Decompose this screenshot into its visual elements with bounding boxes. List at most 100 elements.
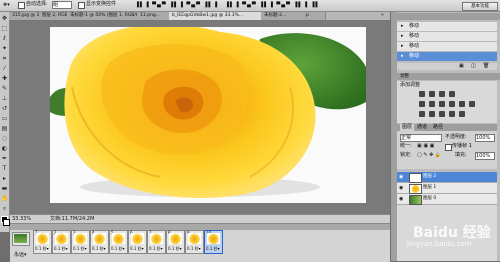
eye-icon[interactable]: ◉ bbox=[399, 174, 403, 180]
document-tabs: 315.jpg @ 33.3%... 图层 2, RGB/8) * 未标题-1 … bbox=[9, 12, 390, 21]
auto-select-checkbox[interactable] bbox=[18, 2, 25, 9]
tabs-overflow-icon[interactable]: » bbox=[381, 12, 384, 19]
unify-icons[interactable]: ▣ ▣ ▣ bbox=[417, 143, 434, 150]
animation-frame[interactable]: 40.1 秒▾ bbox=[90, 230, 109, 254]
trash-icon[interactable]: 🗑 bbox=[483, 63, 489, 70]
posterize-icon[interactable] bbox=[429, 111, 435, 117]
eyedropper-icon[interactable]: ⁄ bbox=[1, 65, 8, 72]
vibrance-icon[interactable] bbox=[419, 101, 425, 107]
frame-delay[interactable]: 0.1 秒▾ bbox=[92, 246, 106, 251]
frame-delay[interactable]: 0.1 秒▾ bbox=[54, 246, 68, 251]
frame-delay[interactable]: 0.1 秒▾ bbox=[111, 246, 125, 251]
lock-icons[interactable]: ▢ ✎ ✥ 🔒 bbox=[417, 152, 441, 159]
hand-tool-icon[interactable]: ✋ bbox=[1, 195, 8, 202]
animation-frame-selected[interactable]: 100.1 秒▾ bbox=[204, 230, 223, 254]
type-tool-icon[interactable]: T bbox=[1, 165, 8, 172]
animation-frame[interactable]: 60.1 秒▾ bbox=[128, 230, 147, 254]
show-transform-checkbox[interactable] bbox=[78, 2, 85, 9]
eraser-tool-icon[interactable]: ▭ bbox=[1, 115, 8, 122]
frame-delay[interactable]: 0.1 秒▾ bbox=[73, 246, 87, 251]
shape-tool-icon[interactable]: ▬ bbox=[1, 185, 8, 192]
adjustments-panel-header[interactable]: 调整 bbox=[397, 73, 500, 80]
gradient-map-icon[interactable] bbox=[449, 111, 455, 117]
history-item[interactable]: ▸ 移动 bbox=[397, 32, 497, 42]
levels-icon[interactable] bbox=[429, 91, 435, 97]
tab-paths[interactable]: 路径 bbox=[433, 124, 443, 131]
propagate-checkbox[interactable] bbox=[445, 144, 452, 151]
align-icons[interactable]: ▐▌▐ ▀▄▀ ▐▌▐ ▀▄▀ ▐▌▐ bbox=[135, 2, 218, 9]
healing-brush-icon[interactable]: ✚ bbox=[1, 75, 8, 82]
path-select-icon[interactable]: ▸ bbox=[1, 175, 8, 182]
background-color-swatch[interactable] bbox=[3, 219, 10, 226]
doc-tab-active[interactable]: b_IEEqpGVbBw1.jpg @ 33.3%... bbox=[169, 12, 266, 20]
distribute-icons[interactable]: ▐▌▐ ▀▄▀ ▐▌▐ ▀▄▀ ▐▌▐ ▐▌ bbox=[225, 2, 320, 9]
color-balance-icon[interactable] bbox=[439, 101, 445, 107]
doc-tab[interactable]: 未标题-2... bbox=[261, 12, 308, 20]
layer-row[interactable]: ◉ 图层 0 bbox=[397, 194, 497, 205]
selective-color-icon[interactable] bbox=[459, 111, 465, 117]
animation-frame[interactable]: 90.1 秒▾ bbox=[185, 230, 204, 254]
layer-name[interactable]: 图层 1 bbox=[423, 183, 436, 193]
frame-delay[interactable]: 0.1 秒▾ bbox=[35, 246, 49, 251]
fill-field[interactable]: 100% bbox=[475, 152, 495, 160]
threshold-icon[interactable] bbox=[439, 111, 445, 117]
channel-mixer-icon[interactable] bbox=[469, 101, 475, 107]
eye-icon[interactable]: ◉ bbox=[399, 196, 403, 202]
move-tool-icon[interactable]: ✥▾ bbox=[3, 2, 10, 9]
history-brush-icon[interactable]: ↺ bbox=[1, 105, 8, 112]
zoom-tool-icon[interactable]: ⌕ bbox=[1, 205, 8, 212]
crop-tool-icon[interactable]: ⌗ bbox=[1, 55, 8, 62]
brightness-icon[interactable] bbox=[419, 91, 425, 97]
tab-channels[interactable]: 通道 bbox=[417, 124, 427, 131]
blur-tool-icon[interactable]: ◌ bbox=[1, 135, 8, 142]
new-document-icon[interactable]: ◫ bbox=[471, 63, 476, 70]
doc-tab[interactable]: 未标题-1 @ 50% (图层 1, RGB/8) * bbox=[67, 12, 142, 20]
stamp-tool-icon[interactable]: ⊥ bbox=[1, 95, 8, 102]
history-item[interactable]: ▸ 移动 bbox=[397, 22, 497, 32]
layer-name[interactable]: 图层 2 bbox=[423, 172, 436, 182]
opacity-field[interactable]: 100% bbox=[475, 134, 495, 142]
add-adjustment-label: 添加调整 bbox=[400, 82, 421, 88]
brush-tool-icon[interactable]: ✎ bbox=[1, 85, 8, 92]
snapshot-icon[interactable]: ▣ bbox=[459, 63, 464, 70]
history-panel-header[interactable] bbox=[397, 13, 500, 20]
move-tool-icon[interactable]: ✥ bbox=[1, 15, 8, 22]
lasso-tool-icon[interactable]: ℓ bbox=[1, 35, 8, 42]
invert-icon[interactable] bbox=[419, 111, 425, 117]
curves-icon[interactable] bbox=[439, 91, 445, 97]
history-item-selected[interactable]: ▸ 移动 bbox=[397, 52, 497, 62]
magic-wand-icon[interactable]: ✦ bbox=[1, 45, 8, 52]
eye-icon[interactable]: ◉ bbox=[399, 185, 403, 191]
frame-delay[interactable]: 0.1 秒▾ bbox=[130, 246, 144, 251]
black-white-icon[interactable] bbox=[449, 101, 455, 107]
animation-frame[interactable]: 20.1 秒▾ bbox=[52, 230, 71, 254]
animation-frame[interactable]: 30.1 秒▾ bbox=[71, 230, 90, 254]
blend-mode-select[interactable]: 正常 bbox=[400, 134, 442, 142]
image-canvas[interactable] bbox=[50, 27, 366, 203]
exposure-icon[interactable] bbox=[449, 91, 455, 97]
dodge-tool-icon[interactable]: ◐ bbox=[1, 145, 8, 152]
animation-frame[interactable]: 50.1 秒▾ bbox=[109, 230, 128, 254]
animation-frame[interactable]: 70.1 秒▾ bbox=[147, 230, 166, 254]
frame-delay[interactable]: 0.1 秒▾ bbox=[149, 246, 163, 251]
zoom-level[interactable]: 33.33% bbox=[12, 216, 31, 223]
marquee-tool-icon[interactable]: ⬚ bbox=[1, 25, 8, 32]
animation-frame[interactable]: 80.1 秒▾ bbox=[166, 230, 185, 254]
frame-delay[interactable]: 0.1 秒▾ bbox=[206, 246, 220, 251]
layer-row[interactable]: ◉ 图层 1 bbox=[397, 183, 497, 194]
hue-saturation-icon[interactable] bbox=[429, 101, 435, 107]
photo-filter-icon[interactable] bbox=[459, 101, 465, 107]
frame-delay[interactable]: 0.1 秒▾ bbox=[187, 246, 201, 251]
gradient-tool-icon[interactable]: ▤ bbox=[1, 125, 8, 132]
workspace-button[interactable]: 基本功能 bbox=[462, 2, 498, 11]
layer-row-selected[interactable]: ◉ 图层 2 bbox=[397, 172, 497, 183]
auto-select-dropdown[interactable]: 组 bbox=[52, 1, 72, 9]
tab-layers[interactable]: 图层 bbox=[400, 124, 415, 131]
doc-tab[interactable]: p bbox=[303, 12, 326, 20]
animation-frame[interactable]: 10.1 秒▾ bbox=[33, 230, 52, 254]
loop-option[interactable]: 永远▾ bbox=[14, 252, 27, 259]
frame-delay[interactable]: 0.1 秒▾ bbox=[168, 246, 182, 251]
pen-tool-icon[interactable]: ✒ bbox=[1, 155, 8, 162]
history-item[interactable]: ▸ 移动 bbox=[397, 42, 497, 52]
layer-name[interactable]: 图层 0 bbox=[423, 194, 436, 204]
